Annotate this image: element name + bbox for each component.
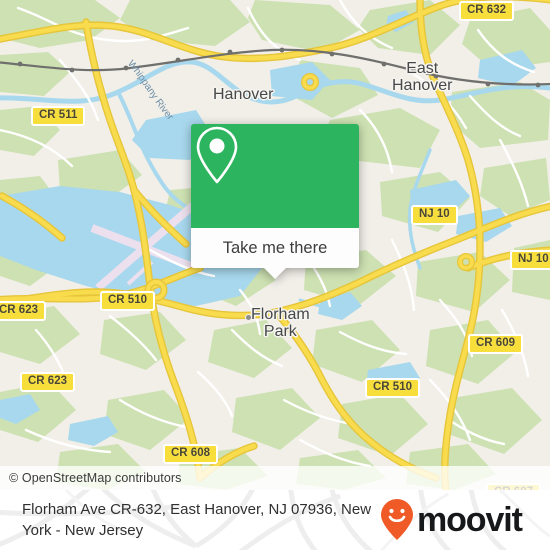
shield-cr-510-b[interactable]: CR 510 (365, 378, 420, 398)
take-me-there-button[interactable]: Take me there (191, 228, 359, 268)
shield-cr-609[interactable]: CR 609 (468, 334, 523, 354)
footer-bar: Florham Ave CR-632, East Hanover, NJ 079… (0, 490, 550, 550)
map-pin-icon (196, 126, 238, 184)
moovit-smiley-pin-icon (381, 499, 413, 540)
shield-cr-623-a[interactable]: CR 623 (0, 301, 46, 321)
place-label-florham-park: Florham Park (251, 306, 310, 340)
shield-cr-510-a[interactable]: CR 510 (100, 291, 155, 311)
florham-park-marker-dot (245, 314, 252, 321)
popup-tail (264, 268, 286, 279)
osm-attribution-text: © OpenStreetMap contributors (9, 471, 182, 485)
shield-nj-10-a[interactable]: NJ 10 (411, 205, 458, 225)
shield-cr-632[interactable]: CR 632 (459, 1, 514, 21)
footer-address: Florham Ave CR-632, East Hanover, NJ 079… (22, 501, 372, 539)
osm-attribution[interactable]: © OpenStreetMap contributors (0, 466, 550, 490)
place-label-hanover: Hanover (213, 86, 274, 103)
take-me-there-label: Take me there (222, 238, 328, 257)
shield-cr-511[interactable]: CR 511 (31, 106, 86, 126)
map-canvas[interactable]: Whippany River Hanover East Hanover Florh… (0, 0, 550, 490)
place-label-east-hanover: East Hanover (392, 60, 453, 94)
take-me-there-popup[interactable]: Take me there (191, 124, 359, 279)
popup-icon-area (191, 124, 359, 228)
shield-cr-608[interactable]: CR 608 (163, 444, 218, 464)
map-screenshot: Whippany River Hanover East Hanover Florh… (0, 0, 550, 550)
shield-cr-623-b[interactable]: CR 623 (20, 372, 75, 392)
shield-nj-10-b[interactable]: NJ 10 (510, 250, 550, 270)
moovit-logo[interactable]: moovit (380, 498, 523, 542)
moovit-wordmark: moovit (417, 501, 523, 539)
